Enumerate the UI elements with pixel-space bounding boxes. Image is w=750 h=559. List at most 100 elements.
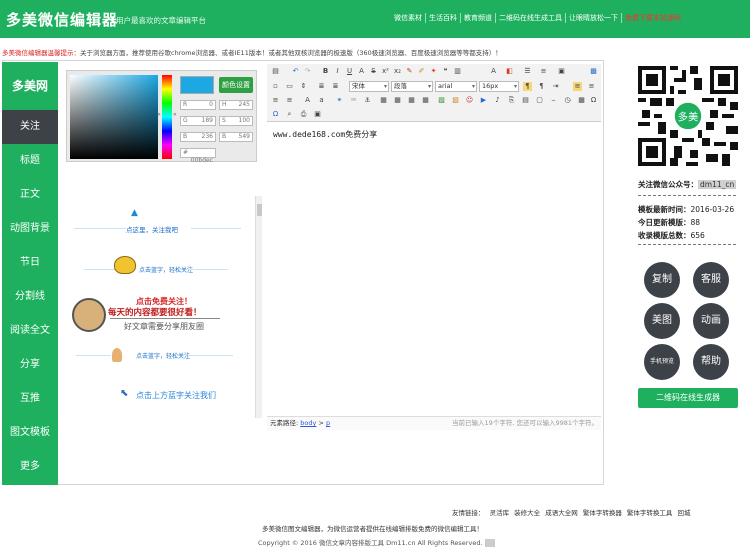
multi-image-icon[interactable]: ▨: [451, 96, 460, 105]
field-brightness[interactable]: B 549: [219, 132, 253, 142]
line-height-icon[interactable]: ⇕: [299, 82, 308, 91]
undo-icon[interactable]: ↶: [291, 67, 300, 76]
nav-link-relax[interactable]: 让眼睛放松一下: [566, 13, 622, 23]
highlight-icon[interactable]: ◧: [505, 67, 514, 76]
nav-link-materials[interactable]: 微信素材: [391, 13, 426, 23]
path-p-link[interactable]: p: [326, 419, 330, 427]
subscript-icon[interactable]: x₂: [393, 67, 402, 76]
format-brush-icon[interactable]: ✐: [417, 67, 426, 76]
video-icon[interactable]: ▶: [479, 96, 488, 105]
case-lower-icon[interactable]: a: [317, 96, 326, 105]
field-r[interactable]: R0: [180, 100, 216, 110]
clear-doc-icon[interactable]: ▥: [453, 67, 462, 76]
image-float-left-icon[interactable]: ▦: [393, 96, 402, 105]
field-hex[interactable]: #00bdec: [180, 148, 216, 164]
hue-slider[interactable]: [162, 75, 172, 159]
font-family-select[interactable]: arial: [435, 81, 477, 92]
nav-link-education[interactable]: 教育频道: [461, 13, 496, 23]
search-replace-icon[interactable]: ⌕: [285, 110, 294, 119]
link-icon[interactable]: ⚭: [335, 96, 344, 105]
nav-link-qrcode[interactable]: 二维码在线生成工具: [496, 13, 566, 23]
iframe-icon[interactable]: ▢: [535, 96, 544, 105]
eraser-icon[interactable]: ✎: [405, 67, 414, 76]
font-color-icon[interactable]: A: [489, 67, 498, 76]
editor-text[interactable]: www.dede168.com免费分享: [273, 129, 377, 140]
font-name-select[interactable]: 宋体: [349, 81, 389, 92]
template-follow-3c[interactable]: 好文章需要分享朋友圈: [124, 321, 204, 332]
ltr-icon[interactable]: ¶: [523, 82, 532, 91]
friend-link[interactable]: 繁体字转换工具: [627, 509, 673, 517]
copy-button[interactable]: 复制: [644, 262, 680, 298]
music-icon[interactable]: ♪: [493, 96, 502, 105]
bold-icon[interactable]: B: [321, 67, 330, 76]
mobile-preview-button[interactable]: 手机预览: [644, 344, 680, 380]
select-all-icon[interactable]: ▣: [557, 67, 566, 76]
sidebar-item-body[interactable]: 正文: [2, 178, 58, 212]
site-logo[interactable]: 多美微信编辑器: [6, 9, 118, 30]
strike-icon[interactable]: S: [369, 67, 378, 76]
unordered-list-icon[interactable]: ≡: [539, 67, 548, 76]
map-icon[interactable]: ▤: [521, 96, 530, 105]
account-id[interactable]: dm11_cn: [698, 180, 737, 189]
friend-link[interactable]: 装修大全: [514, 509, 540, 517]
sidebar-item-share[interactable]: 分享: [2, 348, 58, 382]
special-char-icon[interactable]: Ω: [589, 96, 598, 105]
page-break-icon[interactable]: ⎯: [549, 96, 558, 105]
field-b[interactable]: B 236: [180, 132, 216, 142]
indent-icon[interactable]: ⇥: [551, 82, 560, 91]
align-left-icon[interactable]: ≣: [317, 82, 326, 91]
image-float-none-icon[interactable]: ▦: [379, 96, 388, 105]
qr-generator-button[interactable]: 二维码在线生成器: [638, 388, 738, 408]
field-g[interactable]: G 189: [180, 116, 216, 126]
row-spacing-top-icon[interactable]: ▫: [271, 82, 280, 91]
paragraph-select[interactable]: 段落: [391, 81, 433, 92]
source-icon[interactable]: ▤: [271, 67, 280, 76]
row-spacing-bottom-icon[interactable]: ▭: [285, 82, 294, 91]
redo-icon[interactable]: ↷: [303, 67, 312, 76]
underline-icon[interactable]: U: [345, 67, 354, 76]
nav-link-download[interactable]: 免费下载本站源码: [622, 13, 684, 23]
friend-link[interactable]: 灵活库: [490, 509, 510, 517]
preview-icon[interactable]: ▣: [313, 110, 322, 119]
quote-icon[interactable]: ❝: [441, 67, 450, 76]
saturation-value-area[interactable]: [70, 75, 158, 159]
sidebar-item-templates[interactable]: 图文模板: [2, 416, 58, 450]
sidebar-item-more[interactable]: 更多: [2, 450, 58, 484]
nav-link-life[interactable]: 生活百科: [426, 13, 461, 23]
border-icon[interactable]: A: [357, 67, 366, 76]
editor-content[interactable]: www.dede168.com免费分享: [267, 123, 601, 415]
justify-center-icon[interactable]: ≡: [587, 82, 596, 91]
field-h[interactable]: H 245: [219, 100, 253, 110]
template-follow-3b[interactable]: 每天的内容都要很好看！: [108, 306, 202, 318]
print-icon[interactable]: ⎙: [299, 110, 308, 119]
rtl-icon[interactable]: ¶: [537, 82, 546, 91]
time-icon[interactable]: ◷: [563, 96, 572, 105]
stats-badge-icon[interactable]: [484, 539, 495, 547]
attachment-icon[interactable]: ⎘: [507, 96, 516, 105]
template-scrollbar[interactable]: [255, 196, 262, 418]
friend-link[interactable]: 回城: [677, 509, 690, 517]
sidebar-item-promote[interactable]: 互推: [2, 382, 58, 416]
scrollbar-thumb[interactable]: [257, 204, 262, 216]
path-body-link[interactable]: body: [300, 419, 316, 427]
auto-format-icon[interactable]: ✦: [429, 67, 438, 76]
image-icon[interactable]: ▧: [437, 96, 446, 105]
sidebar-item-follow[interactable]: 关注: [2, 110, 58, 144]
image-float-right-icon[interactable]: ▦: [407, 96, 416, 105]
sidebar-item-title[interactable]: 标题: [2, 144, 58, 178]
template-follow-5[interactable]: 点击上方蓝字关注我们: [136, 390, 216, 401]
image-center-icon[interactable]: ▦: [421, 96, 430, 105]
template-follow-4[interactable]: 点击蓝字，轻松关注: [136, 351, 190, 360]
case-upper-icon[interactable]: A: [303, 96, 312, 105]
photo-button[interactable]: 美图: [644, 303, 680, 339]
anchor-icon[interactable]: ⚓: [363, 96, 372, 105]
service-button[interactable]: 客服: [693, 262, 729, 298]
align-right-icon[interactable]: ≣: [331, 82, 340, 91]
field-s[interactable]: S 100: [219, 116, 253, 126]
font-size-select[interactable]: 16px: [479, 81, 519, 92]
superscript-icon[interactable]: x²: [381, 67, 390, 76]
ordered-list-icon[interactable]: ☰: [523, 67, 532, 76]
sidebar-item-gif-bg[interactable]: 动图背景: [2, 212, 58, 246]
friend-link[interactable]: 繁体字转换器: [583, 509, 622, 517]
friend-link[interactable]: 成语大全网: [545, 509, 578, 517]
